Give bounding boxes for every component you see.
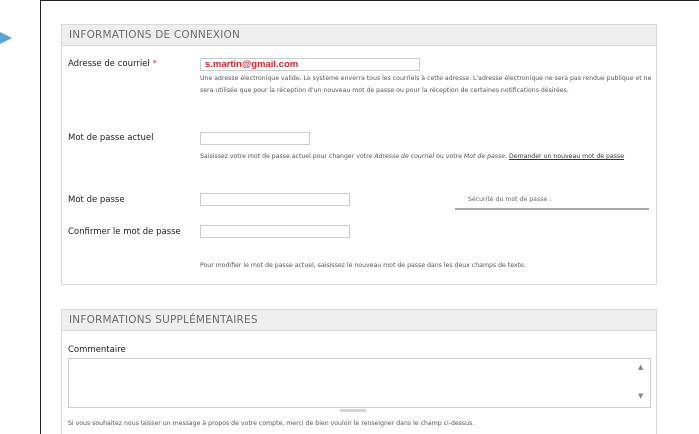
scroll-down-icon[interactable]: ▼ [638, 392, 643, 400]
current-password-help: Saisissez votre mot de passe actuel pour… [200, 153, 625, 160]
password-label: Mot de passe [68, 195, 125, 205]
frame-left-border [40, 0, 41, 434]
current-password-input[interactable] [200, 132, 310, 145]
confirm-password-input[interactable] [200, 225, 350, 238]
comment-label: Commentaire [68, 345, 126, 355]
email-help-text: Une adresse électronique valide. Le syst… [200, 75, 652, 94]
password-strength-label: Sécurité du mot de passe : [468, 196, 552, 203]
frame-top-border [40, 0, 699, 1]
current-password-label: Mot de passe actuel [68, 133, 154, 143]
comment-help-text: Si vous souhaitez nous laisser un messag… [68, 420, 475, 427]
connexion-panel-title: INFORMATIONS DE CONNEXION [62, 25, 656, 46]
password-change-help: Pour modifier le mot de passe actuel, sa… [200, 262, 526, 269]
required-marker: * [152, 59, 157, 69]
email-label: Adresse de courriel * [68, 59, 157, 69]
request-new-password-link[interactable]: Demander un nouveau mot de passe [509, 153, 624, 160]
textarea-resize-grip[interactable] [340, 409, 366, 412]
password-strength-bar [455, 208, 649, 210]
email-input[interactable]: s.martin@gmail.com [200, 58, 420, 71]
password-input[interactable] [200, 193, 350, 206]
comment-textarea[interactable] [68, 358, 651, 408]
pointer-arrow-icon [0, 32, 12, 44]
scroll-up-icon[interactable]: ▲ [638, 363, 643, 371]
confirm-password-label: Confirmer le mot de passe [68, 227, 181, 237]
supplementaires-panel-title: INFORMATIONS SUPPLÉMENTAIRES [62, 310, 656, 331]
